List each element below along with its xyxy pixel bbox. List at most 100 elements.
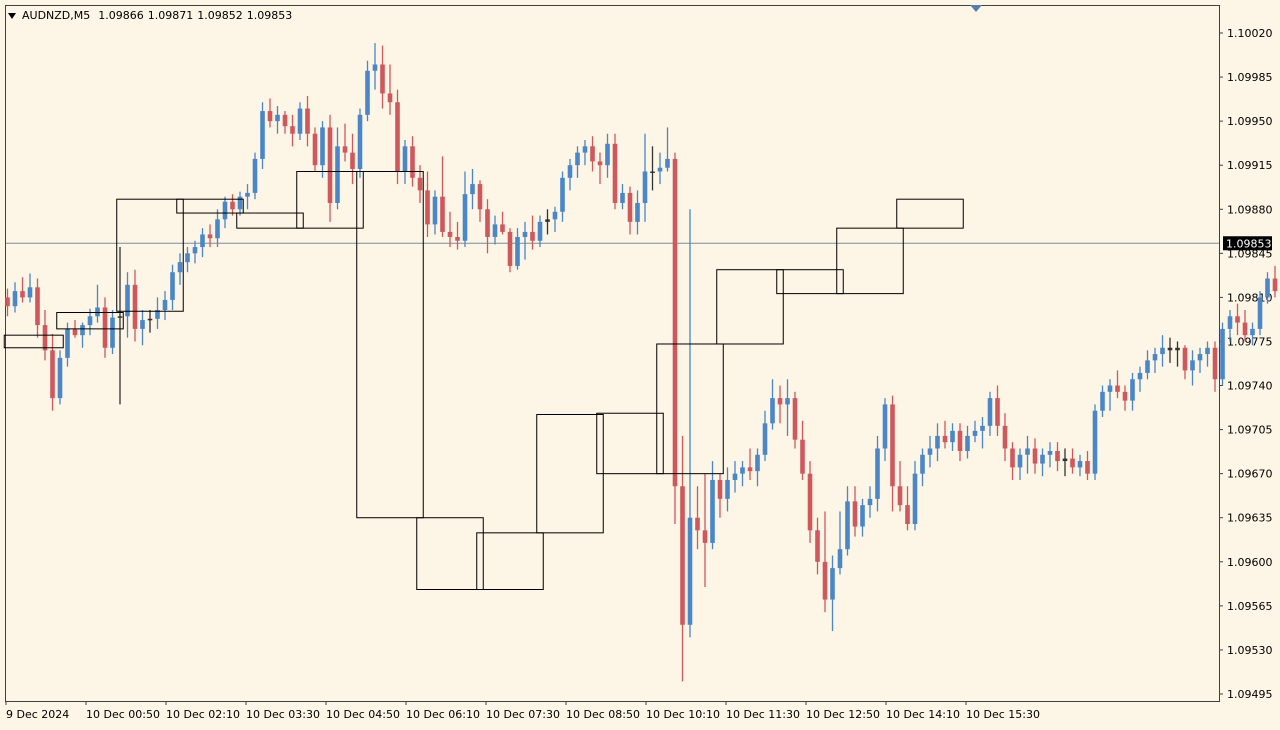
candle <box>222 196 228 229</box>
range-box <box>776 269 844 295</box>
candle <box>237 191 243 216</box>
candle-body <box>222 201 228 220</box>
candle-body <box>327 127 333 203</box>
candle-body <box>1265 278 1270 298</box>
candle-body <box>335 146 340 203</box>
candle-body <box>582 146 588 153</box>
candle-body <box>537 221 543 241</box>
candle-body <box>695 517 700 531</box>
candle <box>1047 442 1053 468</box>
candle-body <box>252 158 258 193</box>
candle <box>560 171 565 222</box>
candle <box>365 60 370 122</box>
candle-body <box>830 568 835 600</box>
candle-body <box>597 161 603 166</box>
symbol-timeframe: AUDNZD,M5 <box>22 9 91 22</box>
candle-body <box>1145 360 1150 373</box>
candle <box>935 423 940 462</box>
candle-body <box>372 64 378 71</box>
candle <box>762 410 768 462</box>
candle-body <box>365 70 370 115</box>
candle-body <box>650 171 655 173</box>
candle-body <box>1182 347 1188 371</box>
candle-body <box>620 192 625 203</box>
candle <box>432 190 438 235</box>
candle <box>1235 303 1240 336</box>
candle <box>12 282 18 313</box>
candle <box>890 395 895 512</box>
candle-body <box>462 194 468 241</box>
candle <box>282 111 288 134</box>
symbol-menu-triangle-icon[interactable] <box>8 12 16 19</box>
candle <box>785 379 790 436</box>
candle-body <box>267 111 273 122</box>
candle-body <box>170 272 175 300</box>
candle <box>1160 335 1165 367</box>
candle <box>657 152 663 185</box>
candle <box>462 171 468 248</box>
candle <box>1272 265 1278 298</box>
x-axis: 9 Dec 2024 10 Dec 00:50 10 Dec 02:10 10 Dec… <box>5 701 1040 721</box>
candle <box>882 398 888 462</box>
candle-body <box>1220 328 1225 380</box>
candle-body <box>552 211 558 220</box>
candle <box>822 511 828 613</box>
candle-body <box>687 517 693 625</box>
candle-body <box>882 404 888 449</box>
candle <box>687 209 693 638</box>
candle-body <box>1115 385 1120 392</box>
candle-body <box>65 328 70 358</box>
candle-body <box>980 425 985 431</box>
candle <box>792 391 798 449</box>
candle-body <box>890 404 895 487</box>
candle-body <box>875 448 880 499</box>
candle-body <box>1025 448 1030 455</box>
y-tick-label: 1.09880 <box>1227 203 1273 216</box>
candle <box>1137 366 1143 392</box>
candle <box>567 158 573 191</box>
candle <box>537 215 543 248</box>
candle <box>830 555 835 632</box>
candle <box>590 136 595 172</box>
candle-body <box>545 219 550 222</box>
candle-body <box>162 299 168 310</box>
candle <box>372 43 378 90</box>
candle <box>582 140 588 166</box>
candle <box>1092 404 1098 480</box>
candle-body <box>717 479 723 499</box>
candle-body <box>35 287 40 326</box>
candle <box>155 297 160 329</box>
candle <box>1115 370 1120 399</box>
candle <box>305 95 310 147</box>
candle <box>275 106 280 134</box>
candle <box>770 379 775 430</box>
candle-body <box>530 231 535 241</box>
x-tick-label: 10 Dec 07:30 <box>486 708 560 721</box>
candle <box>1025 435 1030 474</box>
candle-body <box>942 435 948 443</box>
candle <box>747 448 753 480</box>
candle-body <box>357 114 363 169</box>
candle-body <box>387 93 393 103</box>
candle <box>357 108 363 178</box>
candle <box>1205 341 1210 367</box>
candle <box>440 156 445 237</box>
candle-body <box>755 454 760 472</box>
candle <box>1220 322 1225 386</box>
candle-body <box>185 253 190 263</box>
candle-body <box>590 146 595 162</box>
candle-body <box>1137 372 1143 380</box>
y-tick-label: 1.09565 <box>1227 600 1273 613</box>
candle <box>695 486 700 550</box>
candle-body <box>42 325 48 351</box>
candle-body <box>1032 448 1038 464</box>
candle-body <box>80 325 85 336</box>
candle <box>545 209 550 235</box>
candle <box>327 114 333 222</box>
candle-body <box>177 262 183 273</box>
candle <box>477 180 483 222</box>
range-box <box>236 212 304 229</box>
candle <box>1182 345 1188 380</box>
candle <box>410 136 415 187</box>
candle <box>252 152 258 200</box>
